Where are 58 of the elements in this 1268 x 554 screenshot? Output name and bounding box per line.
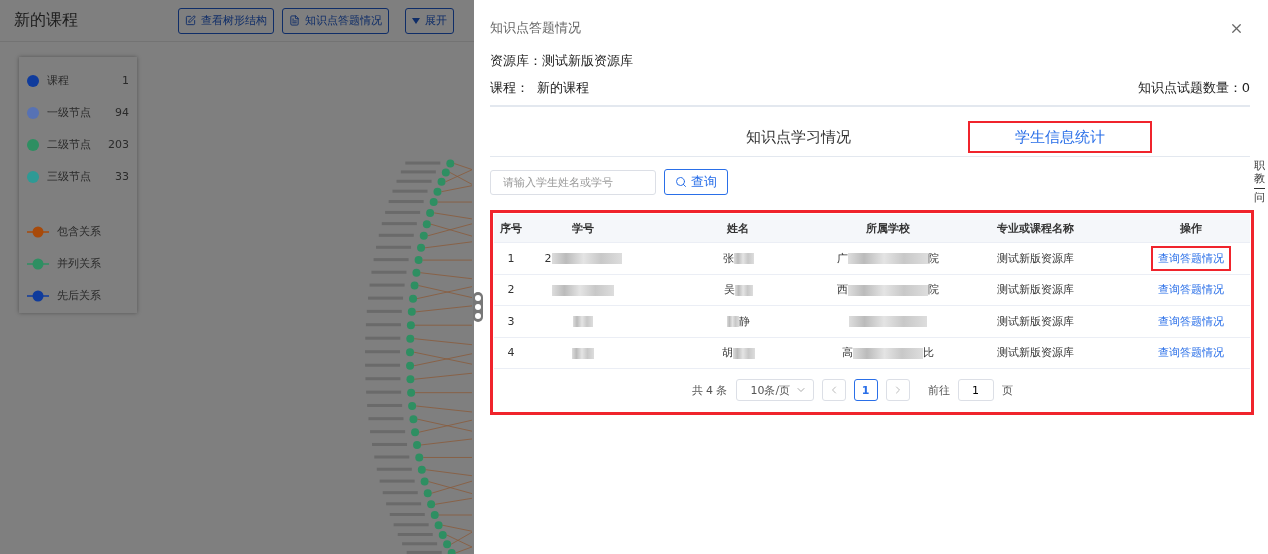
blurred-cell: 高 比 bbox=[842, 345, 934, 361]
blurred-cell: 西 院 bbox=[837, 282, 939, 298]
legend-label: 二级节点 bbox=[47, 137, 92, 152]
goto-unit: 页 bbox=[1001, 382, 1013, 398]
table-cell: 测试新版资源库 bbox=[996, 282, 1074, 298]
table-cell: 测试新版资源库 bbox=[996, 345, 1074, 361]
query-link[interactable]: 查询答题情况 bbox=[1151, 277, 1231, 303]
query-link[interactable]: 查询答题情况 bbox=[1151, 308, 1231, 334]
table-cell: 1 bbox=[507, 251, 515, 265]
legend-label: 并列关系 bbox=[57, 256, 102, 271]
column-header: 操作 bbox=[1179, 220, 1203, 236]
total-count: 共 4 条 bbox=[691, 382, 728, 398]
blurred-cell: 广 院 bbox=[837, 250, 939, 266]
search-field[interactable]: 请输入学生姓名或学号 bbox=[490, 169, 656, 195]
column-header: 姓名 bbox=[726, 220, 750, 236]
tab[interactable]: 知识点学习情况 bbox=[698, 121, 898, 153]
blurred-cell: 胡 bbox=[721, 345, 755, 361]
column-header: 专业或课程名称 bbox=[995, 220, 1075, 236]
column-header: 序号 bbox=[499, 220, 523, 236]
drawer-title: 知识点答题情况 bbox=[490, 19, 581, 37]
blurred-cell: 2 bbox=[544, 251, 622, 265]
legend-label: 包含关系 bbox=[57, 224, 102, 239]
toolbar-button[interactable]: 知识点答题情况 bbox=[282, 7, 389, 34]
goto-field[interactable]: 1 bbox=[957, 379, 994, 401]
legend-label: 三级节点 bbox=[47, 169, 92, 184]
table-cell: 2 bbox=[507, 283, 515, 297]
legend-count: 203 bbox=[108, 138, 129, 151]
toolbar-button[interactable]: 查看树形结构 bbox=[178, 7, 274, 34]
library-info: 资源库：测试新版资源库 bbox=[490, 52, 634, 70]
blurred-cell: 静 bbox=[726, 313, 750, 329]
side-text: 职 bbox=[1254, 160, 1265, 173]
table-cell: 测试新版资源库 bbox=[996, 313, 1074, 329]
page-title: 新的课程 bbox=[14, 10, 78, 31]
side-text: 问 bbox=[1254, 192, 1265, 205]
tab[interactable]: 学生信息统计 bbox=[967, 121, 1152, 153]
legend-count: 94 bbox=[115, 106, 129, 119]
legend-label: 课程 bbox=[47, 73, 70, 88]
blurred-cell: 张 bbox=[722, 250, 754, 266]
legend-count: 1 bbox=[122, 74, 129, 87]
legend-label: 先后关系 bbox=[57, 288, 102, 303]
question-count: 知识点试题数量：0 bbox=[1137, 79, 1250, 97]
table-cell: 3 bbox=[507, 314, 515, 328]
query-link[interactable]: 查询答题情况 bbox=[1151, 340, 1231, 366]
course-info: 课程： 新的课程 bbox=[490, 79, 590, 97]
page-number[interactable]: 1 bbox=[853, 379, 878, 401]
legend-label: 一级节点 bbox=[47, 105, 92, 120]
side-text: 教 bbox=[1254, 172, 1265, 186]
goto-label: 前往 bbox=[927, 382, 950, 398]
toolbar-button[interactable]: 展开 bbox=[405, 7, 454, 34]
table-cell: 测试新版资源库 bbox=[996, 250, 1074, 266]
column-header: 学号 bbox=[571, 220, 595, 236]
search-button[interactable]: 查询 bbox=[664, 169, 728, 195]
legend-count: 33 bbox=[115, 170, 129, 183]
blurred-cell: 吴 bbox=[723, 282, 753, 298]
query-link[interactable]: 查询答题情况 bbox=[1151, 245, 1231, 271]
table-cell: 4 bbox=[507, 346, 515, 360]
page-size-select[interactable]: 10条/页 bbox=[735, 379, 814, 401]
column-header: 所属学校 bbox=[865, 220, 911, 236]
